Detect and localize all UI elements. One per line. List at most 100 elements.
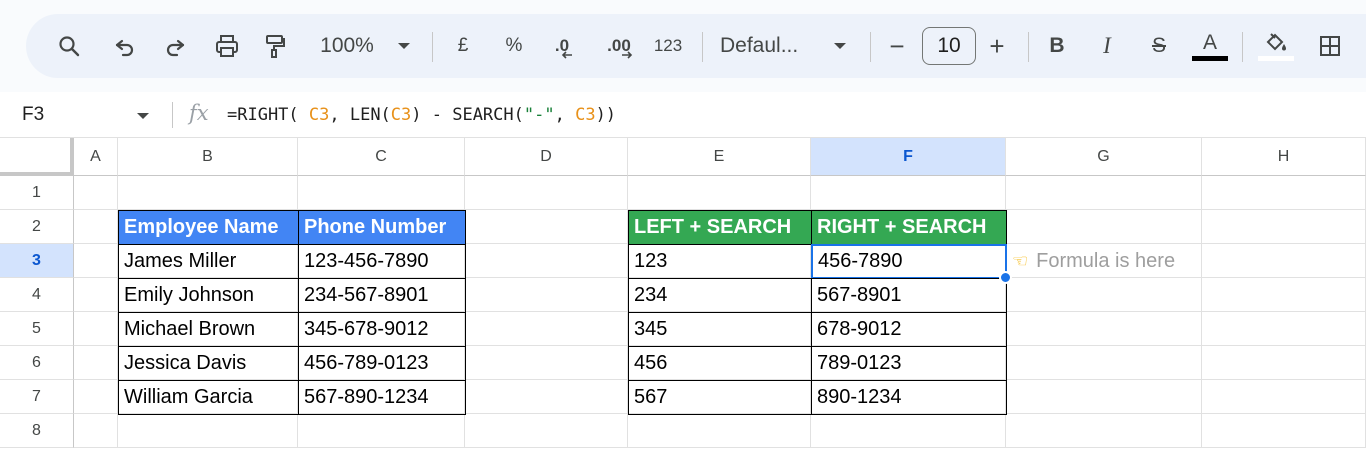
table-cell[interactable]: Jessica Davis xyxy=(118,346,299,381)
cell[interactable] xyxy=(1202,244,1366,278)
table-cell[interactable]: 345-678-9012 xyxy=(298,312,466,347)
zoom-select[interactable]: 100% xyxy=(312,14,382,78)
table-header[interactable]: RIGHT + SEARCH xyxy=(811,210,1007,245)
cell[interactable] xyxy=(74,244,118,278)
cell[interactable] xyxy=(465,278,628,312)
more-formats-button[interactable]: 123 xyxy=(648,14,688,78)
cell[interactable] xyxy=(1202,210,1366,244)
row-header-7[interactable]: 7 xyxy=(0,380,74,414)
cell[interactable] xyxy=(118,414,298,448)
column-header-h[interactable]: H xyxy=(1202,138,1366,176)
fill-color-button[interactable] xyxy=(1256,14,1296,78)
cell[interactable] xyxy=(628,176,811,210)
italic-button[interactable]: I xyxy=(1092,14,1122,78)
cell[interactable] xyxy=(74,176,118,210)
table-cell[interactable]: 567-890-1234 xyxy=(298,380,466,415)
table-cell[interactable]: 123 xyxy=(628,244,812,279)
table-cell[interactable]: Michael Brown xyxy=(118,312,299,347)
column-header-a[interactable]: A xyxy=(74,138,118,176)
cell[interactable] xyxy=(465,244,628,278)
row-header-1[interactable]: 1 xyxy=(0,176,74,210)
row-header-3[interactable]: 3 xyxy=(0,244,74,278)
table-cell[interactable]: 567 xyxy=(628,380,812,415)
cell[interactable] xyxy=(1202,380,1366,414)
table-cell[interactable]: 678-9012 xyxy=(811,312,1007,347)
redo-icon[interactable] xyxy=(160,14,190,78)
cell[interactable] xyxy=(74,346,118,380)
table-cell[interactable]: Emily Johnson xyxy=(118,278,299,313)
cell[interactable] xyxy=(74,278,118,312)
table-cell[interactable]: 789-0123 xyxy=(811,346,1007,381)
cell[interactable] xyxy=(1202,278,1366,312)
percent-format-button[interactable]: % xyxy=(499,14,529,78)
cell[interactable] xyxy=(1006,210,1202,244)
row-header-8[interactable]: 8 xyxy=(0,414,74,448)
font-family-select[interactable]: Defaul... xyxy=(720,14,820,78)
cell[interactable] xyxy=(1006,312,1202,346)
cell[interactable] xyxy=(811,176,1006,210)
column-header-d[interactable]: D xyxy=(465,138,628,176)
undo-icon[interactable] xyxy=(110,14,140,78)
cell[interactable] xyxy=(1006,278,1202,312)
name-box-dropdown-icon[interactable] xyxy=(136,108,150,126)
cell[interactable] xyxy=(465,312,628,346)
cell[interactable] xyxy=(1006,380,1202,414)
column-header-b[interactable]: B xyxy=(118,138,298,176)
currency-format-button[interactable]: £ xyxy=(448,14,478,78)
cell[interactable] xyxy=(1202,346,1366,380)
table-cell[interactable]: 345 xyxy=(628,312,812,347)
table-cell[interactable]: 234-567-8901 xyxy=(298,278,466,313)
font-size-input[interactable]: 10 xyxy=(922,27,976,65)
table-cell[interactable]: 123-456-7890 xyxy=(298,244,466,279)
cell[interactable] xyxy=(1006,346,1202,380)
cell[interactable] xyxy=(74,414,118,448)
cell[interactable] xyxy=(1006,176,1202,210)
font-dropdown-icon[interactable] xyxy=(828,14,852,78)
borders-icon[interactable] xyxy=(1314,14,1346,78)
column-header-e[interactable]: E xyxy=(628,138,811,176)
strikethrough-button[interactable]: S xyxy=(1144,14,1174,78)
column-header-g[interactable]: G xyxy=(1006,138,1202,176)
table-header[interactable]: LEFT + SEARCH xyxy=(628,210,812,245)
increase-font-size-button[interactable]: + xyxy=(984,14,1010,78)
row-header-4[interactable]: 4 xyxy=(0,278,74,312)
cell[interactable] xyxy=(74,312,118,346)
cell[interactable] xyxy=(74,210,118,244)
table-cell[interactable]: 567-8901 xyxy=(811,278,1007,313)
table-cell[interactable]: William Garcia xyxy=(118,380,299,415)
print-icon[interactable] xyxy=(210,14,244,78)
cell[interactable] xyxy=(298,414,465,448)
cell[interactable] xyxy=(465,346,628,380)
table-cell[interactable]: 456 xyxy=(628,346,812,381)
search-icon[interactable] xyxy=(54,14,84,78)
row-header-6[interactable]: 6 xyxy=(0,346,74,380)
cell[interactable] xyxy=(1202,176,1366,210)
active-cell[interactable]: 456-7890 xyxy=(811,244,1007,279)
increase-decimal-button[interactable]: .00 xyxy=(598,14,642,78)
cell[interactable] xyxy=(1202,414,1366,448)
cell[interactable] xyxy=(1202,312,1366,346)
cell[interactable] xyxy=(628,414,811,448)
select-all-corner[interactable] xyxy=(0,138,74,176)
table-header[interactable]: Employee Name xyxy=(118,210,299,245)
formula-input[interactable]: =RIGHT( C3, LEN(C3) - SEARCH("-", C3)) xyxy=(227,105,616,125)
text-color-button[interactable]: A xyxy=(1190,14,1230,78)
bold-button[interactable]: B xyxy=(1042,14,1072,78)
cell[interactable] xyxy=(811,414,1006,448)
cell[interactable] xyxy=(298,176,465,210)
cell[interactable] xyxy=(465,176,628,210)
table-cell[interactable]: 456-789-0123 xyxy=(298,346,466,381)
cell[interactable] xyxy=(465,210,628,244)
cell[interactable] xyxy=(1006,414,1202,448)
cell[interactable] xyxy=(118,176,298,210)
table-cell[interactable]: 234 xyxy=(628,278,812,313)
cell[interactable] xyxy=(74,380,118,414)
table-header[interactable]: Phone Number xyxy=(298,210,466,245)
decrease-decimal-button[interactable]: .0 xyxy=(546,14,582,78)
cell[interactable] xyxy=(465,380,628,414)
name-box[interactable]: F3 xyxy=(22,104,44,126)
table-cell[interactable]: James Miller xyxy=(118,244,299,279)
row-header-5[interactable]: 5 xyxy=(0,312,74,346)
table-cell[interactable]: 890-1234 xyxy=(811,380,1007,415)
zoom-dropdown-icon[interactable] xyxy=(392,14,416,78)
